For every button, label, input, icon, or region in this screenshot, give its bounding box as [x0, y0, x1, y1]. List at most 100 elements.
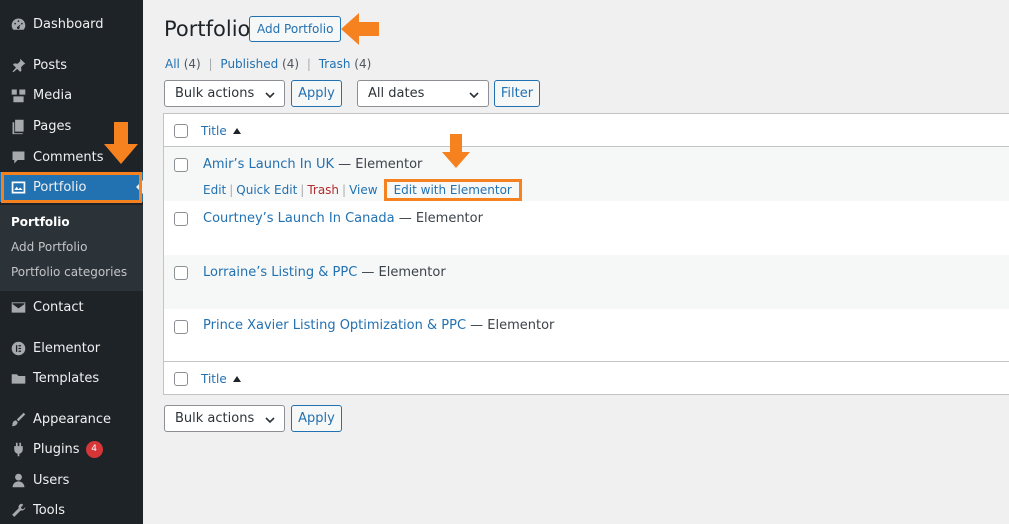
edit-elementor-highlight-box: Edit with Elementor [383, 179, 522, 201]
apply-button-top[interactable]: Apply [291, 80, 342, 107]
bulk-actions-select-top[interactable]: Bulk actions [164, 80, 285, 107]
sidebar-item-media[interactable]: Media [0, 80, 143, 110]
row-title-link[interactable]: Courtney’s Launch In Canada [203, 211, 395, 226]
sidebar-item-label: Plugins [33, 441, 80, 457]
row-actions: Edit | Quick Edit | Trash | View Edit wi… [203, 179, 522, 201]
filter-published-link[interactable]: Published [220, 57, 278, 71]
sidebar-item-label: Comments [33, 149, 104, 165]
row-title-link[interactable]: Prince Xavier Listing Optimization & PPC [203, 318, 466, 333]
sidebar-item-label: Posts [33, 57, 67, 73]
pin-icon [8, 55, 28, 75]
sidebar-item-posts[interactable]: Posts [0, 50, 143, 80]
bulk-actions-value: Bulk actions [175, 411, 255, 426]
add-portfolio-button[interactable]: Add Portfolio [249, 16, 342, 42]
date-filter-value: All dates [368, 86, 425, 101]
sidebar-item-label: Appearance [33, 411, 112, 427]
sidebar-item-plugins[interactable]: Plugins 4 [0, 434, 143, 464]
sidebar-item-label: Portfolio [33, 179, 87, 195]
column-title-sort-bottom[interactable]: Title [201, 372, 241, 386]
sort-up-icon [232, 128, 241, 134]
row-post-state: — Elementor [466, 318, 555, 333]
sidebar-item-label: Pages [33, 118, 72, 134]
action-separator: | [229, 183, 234, 197]
sidebar-item-label: Media [33, 87, 73, 103]
sidebar-item-templates[interactable]: Templates [0, 363, 143, 393]
dashboard-icon [8, 14, 28, 34]
bulk-actions-value: Bulk actions [175, 86, 255, 101]
sidebar-item-contact[interactable]: Contact [0, 292, 143, 322]
action-separator: | [342, 183, 347, 197]
select-all-checkbox-bottom[interactable] [174, 372, 188, 386]
row-view-link[interactable]: View [349, 183, 377, 197]
mail-icon [8, 297, 28, 317]
sidebar-item-label: Tools [33, 502, 66, 518]
sidebar-item-appearance[interactable]: Appearance [0, 404, 143, 434]
column-title-label: Title [201, 124, 227, 138]
row-quick-edit-link[interactable]: Quick Edit [236, 183, 297, 197]
portfolio-submenu: Portfolio Add Portfolio Portfolio catego… [0, 205, 143, 291]
row-title-link[interactable]: Amir’s Launch In UK [203, 157, 334, 172]
sidebar-item-portfolio[interactable]: Portfolio [0, 172, 143, 202]
apply-button-bottom[interactable]: Apply [291, 405, 342, 432]
main-content: Portfolio Add Portfolio All (4) | Publis… [143, 0, 1009, 524]
filter-separator: | [208, 57, 213, 71]
bulk-actions-select-bottom[interactable]: Bulk actions [164, 405, 285, 432]
row-title: Amir’s Launch In UK — Elementor [203, 157, 422, 172]
sidebar-item-dashboard[interactable]: Dashboard [0, 9, 143, 39]
submenu-portfolio-categories[interactable]: Portfolio categories [11, 265, 127, 279]
submenu-add-portfolio[interactable]: Add Portfolio [11, 240, 87, 254]
sidebar-item-label: Templates [33, 370, 100, 386]
annotation-arrow-left-icon [341, 13, 379, 45]
sidebar-item-users[interactable]: Users [0, 465, 143, 495]
page-title: Portfolio [164, 17, 251, 41]
sidebar-item-elementor[interactable]: Elementor [0, 333, 143, 363]
filter-trash-link[interactable]: Trash [319, 57, 351, 71]
chevron-down-icon [265, 417, 275, 424]
filter-button[interactable]: Filter [494, 80, 540, 107]
row-edit-with-elementor-link[interactable]: Edit with Elementor [394, 183, 512, 197]
filter-all-link[interactable]: All [165, 57, 180, 71]
row-title-link[interactable]: Lorraine’s Listing & PPC [203, 265, 357, 280]
portfolio-list-table: Title Amir’s Launch In UK — Elementor Ed… [163, 113, 1009, 395]
filter-separator: | [306, 57, 311, 71]
sidebar-item-label: Users [33, 472, 70, 488]
folder-icon [8, 368, 28, 388]
chevron-down-icon [265, 92, 275, 99]
row-edit-link[interactable]: Edit [203, 183, 226, 197]
row-title: Courtney’s Launch In Canada — Elementor [203, 211, 483, 226]
row-checkbox[interactable] [174, 212, 188, 226]
table-row: Courtney’s Launch In Canada — Elementor [164, 201, 1009, 255]
column-title-label: Title [201, 372, 227, 386]
sort-up-icon [232, 376, 241, 382]
media-icon [8, 85, 28, 105]
sidebar-item-tools[interactable]: Tools [0, 495, 143, 524]
table-row: Amir’s Launch In UK — Elementor Edit | Q… [164, 147, 1009, 201]
row-trash-link[interactable]: Trash [307, 183, 339, 197]
plugins-update-badge: 4 [85, 440, 103, 458]
row-post-state: — Elementor [394, 211, 483, 226]
column-title-sort[interactable]: Title [201, 124, 241, 138]
date-filter-select[interactable]: All dates [357, 80, 489, 107]
sidebar-item-label: Elementor [33, 340, 101, 356]
table-row: Prince Xavier Listing Optimization & PPC… [164, 309, 1009, 363]
select-all-checkbox[interactable] [174, 124, 188, 138]
portfolio-icon [8, 177, 28, 197]
admin-sidebar: Dashboard Posts Media Pages Comments Por… [0, 0, 143, 524]
row-checkbox[interactable] [174, 320, 188, 334]
submenu-portfolio[interactable]: Portfolio [11, 215, 70, 229]
chevron-down-icon [469, 92, 479, 99]
table-row: Lorraine’s Listing & PPC — Elementor [164, 255, 1009, 309]
filter-trash-count: (4) [354, 57, 372, 71]
row-checkbox[interactable] [174, 158, 188, 172]
wrench-icon [8, 500, 28, 520]
row-title: Lorraine’s Listing & PPC — Elementor [203, 265, 446, 280]
filter-published-count: (4) [282, 57, 300, 71]
sidebar-item-label: Contact [33, 299, 84, 315]
row-post-state: — Elementor [334, 157, 423, 172]
user-icon [8, 470, 28, 490]
row-title: Prince Xavier Listing Optimization & PPC… [203, 318, 554, 333]
row-checkbox[interactable] [174, 266, 188, 280]
elementor-icon [8, 338, 28, 358]
table-footer: Title [164, 361, 1009, 394]
row-post-state: — Elementor [357, 265, 446, 280]
